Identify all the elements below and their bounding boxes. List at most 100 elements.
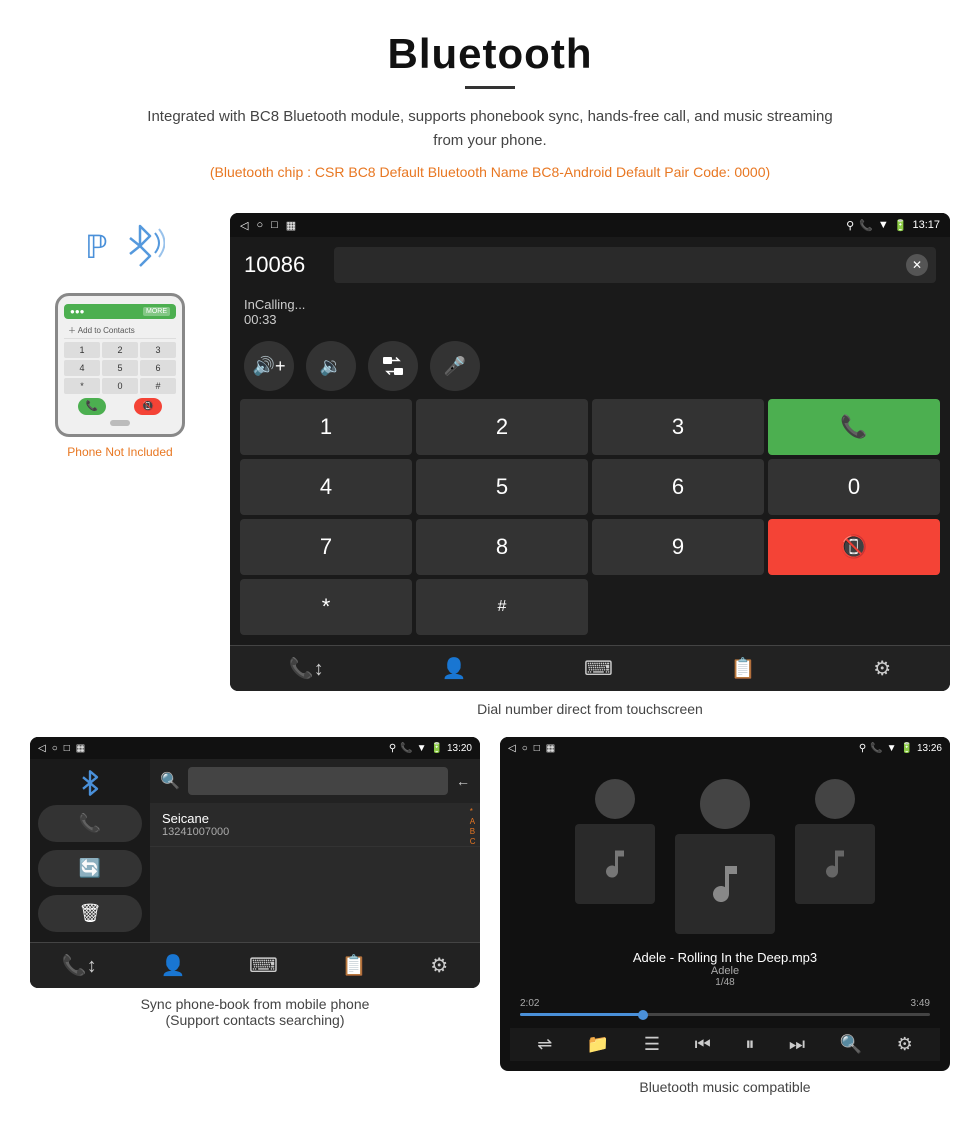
pb-nav-transfer[interactable]: 📋	[342, 953, 367, 978]
call-accept-btn[interactable]: 📞	[768, 399, 940, 455]
pb-nav-contacts[interactable]: 👤	[160, 953, 185, 978]
pb-back-icon: ◁	[38, 743, 46, 754]
page-header: Bluetooth Integrated with BC8 Bluetooth …	[0, 0, 980, 213]
search-music-icon[interactable]: 🔍	[840, 1034, 862, 1055]
num-key-8[interactable]: 8	[416, 519, 588, 575]
back-icon: ◁	[240, 219, 248, 232]
playlist-icon[interactable]: ☰	[644, 1034, 660, 1055]
dial-delete-btn[interactable]: ✕	[906, 254, 928, 276]
next-track-icon[interactable]: ⏭	[789, 1034, 805, 1055]
page-description: Integrated with BC8 Bluetooth module, su…	[140, 105, 840, 153]
wifi-icon: ▼	[878, 219, 889, 231]
nav-dialer-icon[interactable]: ⌨	[584, 656, 613, 681]
dial-time: 13:17	[912, 219, 940, 231]
num-key-3[interactable]: 3	[592, 399, 764, 455]
album-art-right-wrap	[795, 779, 875, 934]
phone-key-5: 5	[102, 360, 138, 376]
phonebook-call-btn[interactable]: 📞	[38, 805, 142, 842]
folder-icon[interactable]: 📁	[587, 1034, 609, 1055]
call-timer: 00:33	[244, 312, 277, 327]
num-key-star[interactable]: *	[240, 579, 412, 635]
music-wifi-icon: ▼	[887, 743, 897, 754]
album-art-left	[575, 824, 655, 904]
num-key-0[interactable]: 0	[768, 459, 940, 515]
nav-settings-icon[interactable]: ⚙	[873, 656, 891, 681]
num-key-1[interactable]: 1	[240, 399, 412, 455]
phonebook-back-arrow[interactable]: ←	[456, 773, 470, 789]
bluetooth-sidebar-icon[interactable]	[38, 769, 142, 797]
bluetooth-icon: ℙ	[85, 228, 107, 266]
recent-icon: □	[271, 219, 278, 231]
dial-status-bar: ◁ ○ □ ▦ ⚲ 📞 ▼ 🔋 13:17	[230, 213, 950, 237]
phone-key-6: 6	[140, 360, 176, 376]
phone-status-text: ●●●	[70, 307, 85, 316]
phone-key-hash: #	[140, 378, 176, 394]
nav-contacts-icon[interactable]: 👤	[441, 656, 466, 681]
pb-nav-settings[interactable]: ⚙	[430, 953, 448, 978]
phone-illustration: ℙ ●●● MORE ＋ Add to Contacts	[30, 213, 210, 459]
shuffle-icon[interactable]: ⇌	[537, 1034, 552, 1055]
num-key-4[interactable]: 4	[240, 459, 412, 515]
phone-top-bar: ●●● MORE	[64, 304, 176, 319]
pb-nav-call[interactable]: 📞↕	[62, 953, 97, 978]
progress-times: 2:02 3:49	[520, 998, 930, 1009]
music-notif-icon: ▦	[546, 743, 555, 754]
bt-icon-area: ℙ	[75, 213, 165, 283]
nav-transfer-icon[interactable]: 📋	[731, 656, 756, 681]
status-bar-right: ⚲ 📞 ▼ 🔋 13:17	[846, 219, 940, 232]
music-screen: ◁ ○ □ ▦ ⚲ 📞 ▼ 🔋 13:26	[500, 737, 950, 1071]
mic-btn[interactable]: 🎤	[430, 341, 480, 391]
bluetooth-info: (Bluetooth chip : CSR BC8 Default Blueto…	[20, 161, 960, 183]
dial-screen-wrapper: ◁ ○ □ ▦ ⚲ 📞 ▼ 🔋 13:17 10086 ✕	[230, 213, 950, 737]
call-icon-status: 📞	[859, 219, 873, 232]
phone-key-2: 2	[102, 342, 138, 358]
num-key-6[interactable]: 6	[592, 459, 764, 515]
play-pause-icon[interactable]: ⏸	[745, 1034, 754, 1055]
num-key-7[interactable]: 7	[240, 519, 412, 575]
num-key-hash[interactable]: #	[416, 579, 588, 635]
call-end-btn[interactable]: 📵	[768, 519, 940, 575]
contact-item[interactable]: Seicane 13241007000	[150, 803, 480, 847]
num-key-9[interactable]: 9	[592, 519, 764, 575]
phonebook-delete-btn[interactable]: 🗑	[38, 895, 142, 932]
music-batt-icon: 🔋	[901, 743, 913, 754]
music-time: 13:26	[917, 743, 942, 754]
pb-nav-dialer[interactable]: ⌨	[249, 953, 278, 978]
dial-bottom-nav: 📞↕ 👤 ⌨ 📋 ⚙	[230, 645, 950, 691]
volume-up-btn[interactable]: 🔊+	[244, 341, 294, 391]
phone-key-4: 4	[64, 360, 100, 376]
pb-wifi-icon: ▼	[417, 743, 427, 754]
transfer-btn[interactable]	[368, 341, 418, 391]
progress-bar[interactable]	[520, 1013, 930, 1016]
phonebook-list: 🔍 ← Seicane 13241007000 * A B	[150, 759, 480, 942]
alpha-b: B	[470, 827, 476, 836]
music-block: ◁ ○ □ ▦ ⚲ 📞 ▼ 🔋 13:26	[500, 737, 950, 1115]
search-icon: 🔍	[160, 771, 180, 791]
album-art-right	[795, 824, 875, 904]
call-controls: 🔊+ 🔉 🎤	[230, 335, 950, 399]
time-total: 3:49	[911, 998, 930, 1009]
equalizer-icon[interactable]: ⚙	[897, 1034, 913, 1055]
num-key-5[interactable]: 5	[416, 459, 588, 515]
nav-call-icon[interactable]: 📞↕	[289, 656, 324, 681]
num-key-2[interactable]: 2	[416, 399, 588, 455]
phone-call-btn: 📞	[78, 398, 106, 415]
album-circle-left	[595, 779, 635, 819]
time-current: 2:02	[520, 998, 539, 1009]
location-icon: ⚲	[846, 219, 854, 232]
phonebook-sync-btn[interactable]: 🔄	[38, 850, 142, 887]
dial-screen: ◁ ○ □ ▦ ⚲ 📞 ▼ 🔋 13:17 10086 ✕	[230, 213, 950, 691]
album-circle-center	[700, 779, 750, 829]
music-progress-area: 2:02 3:49	[510, 994, 940, 1024]
page-title: Bluetooth	[20, 30, 960, 78]
search-input[interactable]	[188, 767, 448, 795]
phone-mockup: ●●● MORE ＋ Add to Contacts 1 2 3 4 5 6 *…	[55, 293, 185, 437]
volume-down-btn[interactable]: 🔉	[306, 341, 356, 391]
music-status-left: ◁ ○ □ ▦	[508, 743, 555, 754]
phone-add-contact: ＋ Add to Contacts	[64, 323, 176, 339]
progress-dot	[638, 1010, 648, 1020]
alpha-a: A	[470, 817, 476, 826]
album-circle-right	[815, 779, 855, 819]
bottom-screenshots: ◁ ○ □ ▦ ⚲ 📞 ▼ 🔋 13:20	[0, 737, 980, 1135]
prev-track-icon[interactable]: ⏮	[695, 1034, 711, 1055]
